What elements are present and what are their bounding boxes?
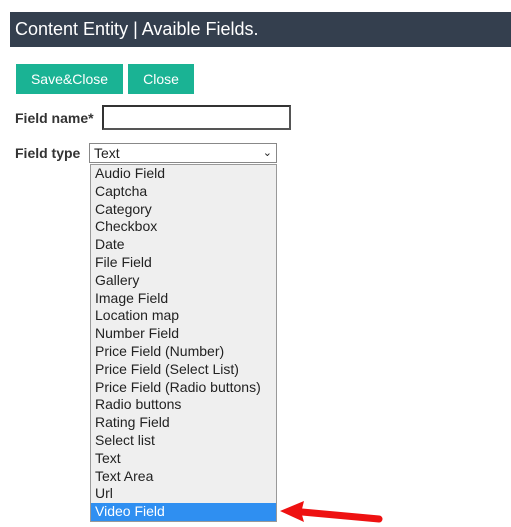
option-number-field[interactable]: Number Field	[91, 325, 276, 343]
option-radio-buttons[interactable]: Radio buttons	[91, 396, 276, 414]
option-gallery[interactable]: Gallery	[91, 272, 276, 290]
chevron-down-icon: ⌄	[262, 147, 272, 159]
option-price-field-radio-buttons[interactable]: Price Field (Radio buttons)	[91, 379, 276, 397]
save-close-button[interactable]: Save&Close	[16, 64, 123, 94]
option-video-field[interactable]: Video Field	[91, 503, 276, 521]
option-url[interactable]: Url	[91, 485, 276, 503]
field-type-selected-value: Text	[94, 145, 120, 161]
field-type-label: Field type	[15, 145, 81, 161]
arrow-shaft	[298, 508, 383, 523]
option-image-field[interactable]: Image Field	[91, 290, 276, 308]
option-audio-field[interactable]: Audio Field	[91, 165, 276, 183]
page-header: Content Entity | Avaible Fields.	[10, 12, 511, 47]
field-name-input[interactable]	[102, 105, 291, 130]
field-type-options-list[interactable]: Audio Field Captcha Category Checkbox Date Fi…	[90, 164, 277, 522]
option-location-map[interactable]: Location map	[91, 307, 276, 325]
option-text-area[interactable]: Text Area	[91, 468, 276, 486]
option-file-field[interactable]: File Field	[91, 254, 276, 272]
close-button[interactable]: Close	[128, 64, 194, 94]
option-checkbox[interactable]: Checkbox	[91, 218, 276, 236]
option-date[interactable]: Date	[91, 236, 276, 254]
option-price-field-select-list[interactable]: Price Field (Select List)	[91, 361, 276, 379]
option-select-list[interactable]: Select list	[91, 432, 276, 450]
option-text[interactable]: Text	[91, 450, 276, 468]
page-title: Content Entity | Avaible Fields.	[15, 19, 259, 39]
field-type-select[interactable]: Text ⌄	[89, 143, 277, 163]
red-arrow-left-icon	[280, 501, 383, 523]
field-name-label: Field name*	[15, 110, 94, 126]
option-price-field-number[interactable]: Price Field (Number)	[91, 343, 276, 361]
option-rating-field[interactable]: Rating Field	[91, 414, 276, 432]
option-captcha[interactable]: Captcha	[91, 183, 276, 201]
option-category[interactable]: Category	[91, 201, 276, 219]
